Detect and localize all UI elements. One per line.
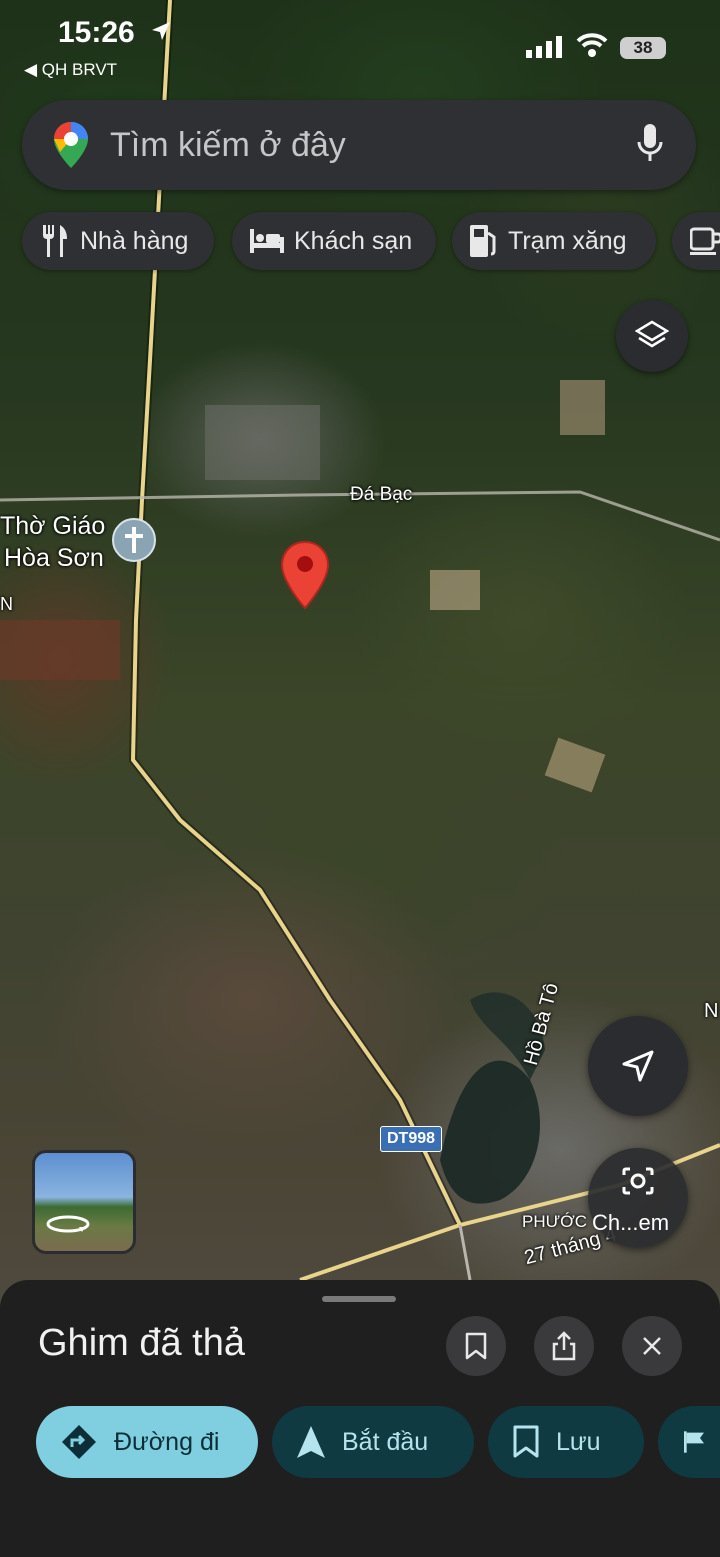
camera-icon [622,1167,654,1195]
close-button[interactable] [622,1316,682,1376]
map-label-da-bac: Đá Bạc [350,484,413,505]
share-button[interactable] [534,1316,594,1376]
layers-icon [635,320,669,348]
street-view-thumbnail[interactable] [32,1150,136,1254]
chip-hotels[interactable]: Khách sạn [232,212,436,270]
coffee-icon [690,227,720,255]
layers-button[interactable] [616,300,688,372]
start-label: Bắt đầu [342,1427,429,1456]
close-icon [643,1337,661,1355]
gas-station-icon [470,225,496,257]
share-icon [552,1331,576,1361]
bed-icon [250,229,284,253]
map-label-tho-giao: Thờ Giáo [0,512,106,540]
status-bar: 15:26 ◀ QH BRVT 38 [0,0,720,90]
lens-button[interactable]: Ch...em [588,1148,688,1248]
status-time: 15:26 [58,16,135,49]
street-view-360-icon [46,1215,90,1233]
wifi-icon [576,32,608,63]
chip-label: Nhà hàng [80,226,189,255]
directions-icon [62,1425,96,1459]
chip-label: Trạm xăng [508,226,627,255]
cellular-signal-icon [526,36,562,63]
fork-knife-icon [43,225,67,257]
map-label-phuoc: PHƯỚC [522,1212,587,1231]
directions-label: Đường đi [114,1427,220,1456]
search-bar[interactable]: Tìm kiếm ở đây [22,100,696,190]
save-button[interactable]: Lưu [488,1406,644,1478]
bookmark-icon [465,1332,487,1360]
lens-button-label: Ch...em [592,1210,670,1235]
flag-icon [684,1431,704,1453]
category-chips: Nhà hàng Khách sạn Trạm xăng [0,212,720,272]
navigation-start-icon [297,1426,325,1458]
map-label-edge-right: N [704,1000,719,1022]
back-to-app[interactable]: ◀ QH BRVT [24,60,117,80]
start-button[interactable]: Bắt đầu [272,1406,474,1478]
chip-restaurants[interactable]: Nhà hàng [22,212,214,270]
bottom-sheet: Ghim đã thả Đường đi Bắt đầu Lưu [0,1280,720,1557]
search-input[interactable]: Tìm kiếm ở đây [110,126,346,165]
bookmark-icon [513,1425,539,1458]
dropped-pin-icon[interactable] [280,540,330,615]
church-icon[interactable] [112,518,156,562]
more-action-button[interactable] [658,1406,720,1478]
sheet-title: Ghim đã thả [38,1322,245,1364]
directions-button[interactable]: Đường đi [36,1406,258,1478]
microphone-icon[interactable] [636,124,664,171]
my-location-button[interactable] [588,1016,688,1116]
map-label-edge-left: N [0,594,13,614]
chip-label: Khách sạn [294,226,413,255]
chip-coffee[interactable] [672,212,720,270]
map-label-hoa-son: Hòa Sơn [4,544,104,572]
location-arrow-icon [150,20,172,47]
navigation-arrow-icon [622,1050,654,1082]
sheet-drag-handle[interactable] [322,1296,396,1302]
save-label: Lưu [556,1427,601,1456]
chip-gas-stations[interactable]: Trạm xăng [452,212,656,270]
route-badge-dt998: DT998 [380,1126,443,1152]
google-maps-logo-icon [54,122,88,173]
save-bookmark-button[interactable] [446,1316,506,1376]
battery-icon: 38 [620,37,666,59]
